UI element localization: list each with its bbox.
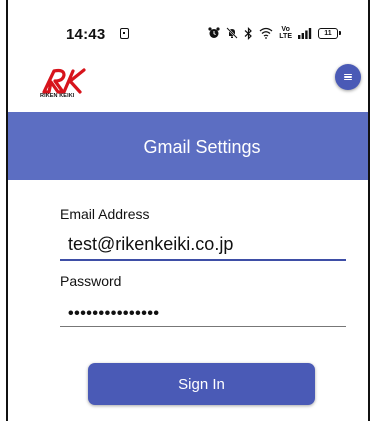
phone-screen: 14:43 Vo LTE 11 RIKEN KEIKI Gmail Settin…	[6, 0, 370, 421]
riken-keiki-logo: RIKEN KEIKI	[40, 68, 88, 104]
status-bar: 14:43 Vo LTE 11	[8, 0, 368, 60]
volte-bottom-text: LTE	[279, 33, 292, 40]
title-banner: Gmail Settings	[8, 112, 368, 180]
email-label: Email Address	[60, 206, 150, 222]
app-header: RIKEN KEIKI	[8, 60, 368, 112]
bluetooth-icon	[244, 26, 253, 40]
volte-top-text: Vo	[281, 26, 290, 33]
rk-logo-mark	[42, 68, 86, 94]
alarm-icon	[208, 27, 220, 38]
mute-icon	[226, 27, 239, 39]
menu-button[interactable]	[335, 64, 361, 90]
status-icons: Vo LTE 11	[208, 24, 341, 42]
notification-icon	[120, 28, 129, 39]
password-input[interactable]	[60, 302, 346, 327]
sign-in-button[interactable]: Sign In	[88, 363, 315, 405]
wifi-icon	[259, 27, 273, 39]
password-label: Password	[60, 273, 122, 289]
battery-level: 11	[324, 29, 332, 37]
battery-icon: 11	[318, 27, 341, 39]
email-input[interactable]	[60, 230, 346, 261]
page-title: Gmail Settings	[143, 136, 261, 157]
signal-icon	[298, 27, 312, 39]
volte-indicator: Vo LTE	[279, 26, 292, 40]
logo-text: RIKEN KEIKI	[40, 93, 75, 99]
hamburger-menu-icon	[344, 73, 352, 81]
status-time: 14:43	[66, 26, 106, 43]
